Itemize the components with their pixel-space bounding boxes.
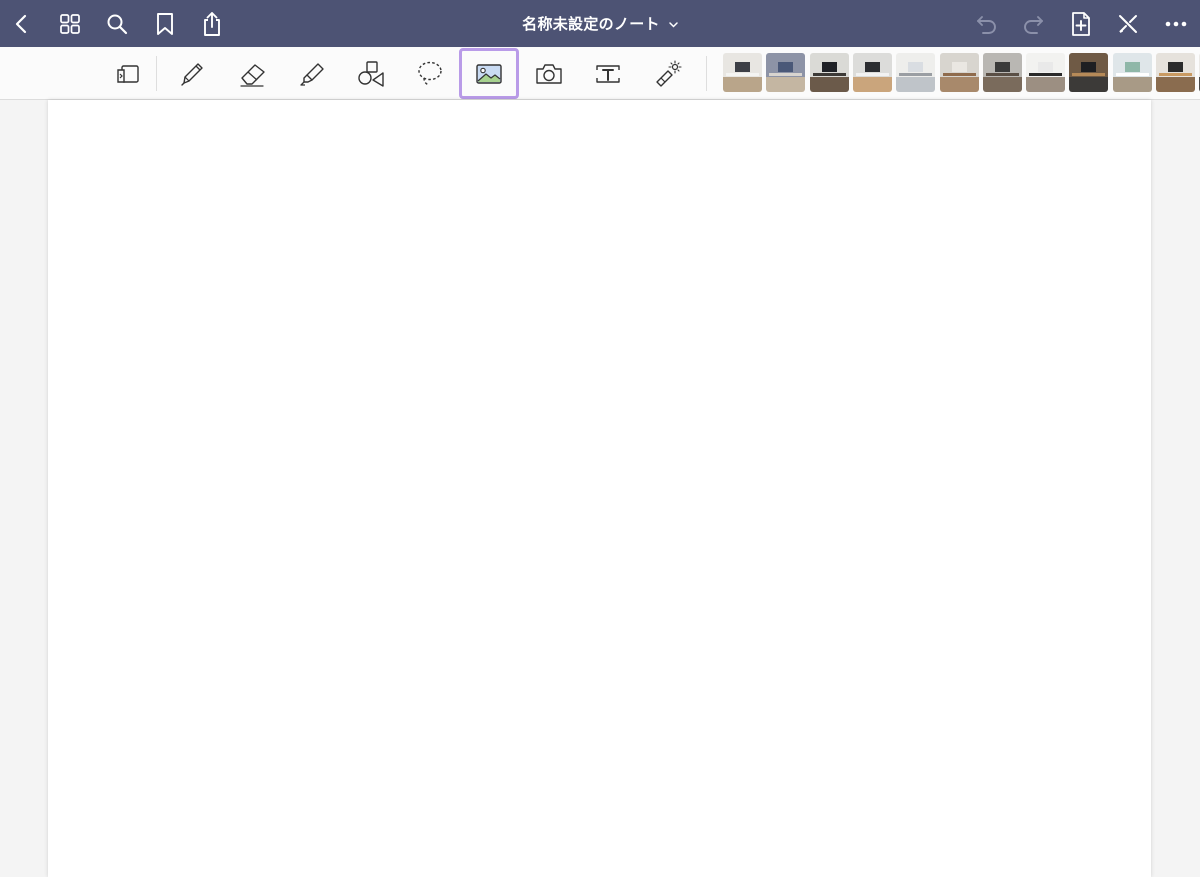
thumbnail-desk bbox=[769, 73, 802, 77]
thumbnail-floor bbox=[940, 77, 979, 92]
thumbnail-floor bbox=[1026, 77, 1065, 92]
thumbnail-desk bbox=[1072, 73, 1105, 77]
grid-icon bbox=[60, 14, 80, 34]
recent-image-thumbnail[interactable] bbox=[940, 53, 979, 92]
shapes-icon bbox=[358, 60, 384, 87]
thumbnail-monitor bbox=[777, 62, 794, 73]
recent-image-thumbnail[interactable] bbox=[896, 53, 935, 92]
laser-pointer-tool[interactable] bbox=[640, 47, 696, 100]
add-page-icon bbox=[1072, 12, 1090, 36]
thumbnail-desk bbox=[986, 73, 1019, 77]
thumbnail-floor bbox=[1113, 77, 1152, 92]
laser-pointer-icon bbox=[656, 59, 682, 87]
thumbnail-monitor bbox=[994, 62, 1011, 73]
thumbnail-monitor bbox=[734, 62, 751, 73]
thumbnail-desk bbox=[813, 73, 846, 77]
chevron-left-icon bbox=[15, 14, 27, 34]
undo-icon bbox=[977, 16, 996, 34]
lasso-tool[interactable] bbox=[402, 47, 458, 100]
highlighter-icon bbox=[300, 62, 324, 86]
toolbar-divider bbox=[706, 56, 707, 91]
recent-image-thumbnail[interactable] bbox=[810, 53, 849, 92]
camera-tool[interactable] bbox=[521, 47, 577, 100]
more-icon bbox=[1165, 21, 1187, 27]
recent-image-thumbnail[interactable] bbox=[766, 53, 805, 92]
redo-button[interactable] bbox=[1016, 6, 1052, 42]
recent-image-thumbnail[interactable] bbox=[1026, 53, 1065, 92]
camera-icon bbox=[536, 63, 562, 84]
text-box-icon bbox=[596, 64, 620, 83]
thumbnail-monitor bbox=[951, 62, 968, 73]
text-tool[interactable] bbox=[580, 47, 636, 100]
toolbar-divider bbox=[156, 56, 157, 91]
redo-icon bbox=[1024, 16, 1043, 34]
thumbnail-monitor bbox=[864, 62, 881, 73]
back-button[interactable] bbox=[4, 6, 40, 42]
thumbnail-floor bbox=[766, 77, 805, 92]
eraser-icon bbox=[240, 63, 265, 87]
note-title-dropdown[interactable]: 名称未設定のノート bbox=[522, 13, 678, 34]
undo-button[interactable] bbox=[968, 6, 1004, 42]
bookmark-button[interactable] bbox=[147, 6, 183, 42]
thumbnail-desk bbox=[726, 73, 759, 77]
thumbnail-floor bbox=[723, 77, 762, 92]
note-canvas-area bbox=[0, 100, 1200, 877]
thumbnail-desk bbox=[1159, 73, 1192, 77]
eraser-tool[interactable] bbox=[225, 47, 281, 100]
highlighter-tool[interactable] bbox=[284, 47, 340, 100]
thumbnail-floor bbox=[1069, 77, 1108, 92]
page-layout-tool[interactable] bbox=[100, 47, 156, 100]
more-options-button[interactable] bbox=[1158, 6, 1194, 42]
recent-image-thumbnail[interactable] bbox=[1113, 53, 1152, 92]
top-navigation-bar: 名称未設定のノート bbox=[0, 0, 1200, 47]
add-page-button[interactable] bbox=[1063, 6, 1099, 42]
share-button[interactable] bbox=[194, 6, 230, 42]
pen-off-icon bbox=[1119, 15, 1137, 33]
thumbnail-grid-button[interactable] bbox=[52, 6, 88, 42]
recent-image-thumbnail[interactable] bbox=[1069, 53, 1108, 92]
thumbnail-desk bbox=[1029, 73, 1062, 77]
note-page[interactable] bbox=[48, 100, 1151, 877]
bookmark-icon bbox=[157, 13, 173, 35]
page-layout-icon bbox=[117, 64, 139, 83]
thumbnail-monitor bbox=[821, 62, 838, 73]
thumbnail-floor bbox=[1156, 77, 1195, 92]
thumbnail-monitor bbox=[1037, 62, 1054, 73]
thumbnail-desk bbox=[1116, 73, 1149, 77]
thumbnail-floor bbox=[896, 77, 935, 92]
search-button[interactable] bbox=[99, 6, 135, 42]
thumbnail-monitor bbox=[1167, 62, 1184, 73]
thumbnail-monitor bbox=[1080, 62, 1097, 73]
image-tool[interactable] bbox=[459, 48, 519, 99]
thumbnail-monitor bbox=[907, 62, 924, 73]
tool-bar bbox=[0, 47, 1200, 100]
recent-image-thumbnail[interactable] bbox=[983, 53, 1022, 92]
thumbnail-monitor bbox=[1124, 62, 1141, 73]
image-icon bbox=[476, 63, 502, 84]
thumbnail-desk bbox=[856, 73, 889, 77]
lasso-icon bbox=[418, 61, 442, 86]
recent-image-thumbnail[interactable] bbox=[1156, 53, 1195, 92]
share-icon bbox=[204, 12, 220, 36]
note-title: 名称未設定のノート bbox=[522, 15, 660, 33]
shapes-tool[interactable] bbox=[343, 47, 399, 100]
pen-icon bbox=[181, 62, 203, 86]
thumbnail-floor bbox=[853, 77, 892, 92]
pen-tool[interactable] bbox=[164, 47, 220, 100]
recent-image-thumbnail[interactable] bbox=[723, 53, 762, 92]
toggle-toolbar-button[interactable] bbox=[1110, 6, 1146, 42]
recent-image-thumbnail[interactable] bbox=[853, 53, 892, 92]
thumbnail-desk bbox=[899, 73, 932, 77]
thumbnail-desk bbox=[943, 73, 976, 77]
search-icon bbox=[107, 14, 128, 35]
chevron-down-icon bbox=[669, 21, 678, 28]
thumbnail-floor bbox=[810, 77, 849, 92]
thumbnail-floor bbox=[983, 77, 1022, 92]
